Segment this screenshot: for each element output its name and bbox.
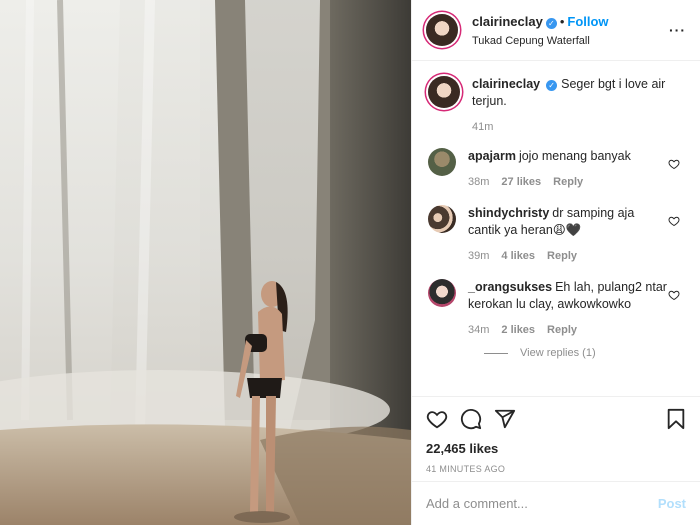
location-link[interactable]: Tukad Cepung Waterfall — [472, 35, 609, 48]
comment-time[interactable]: 39m — [468, 250, 489, 262]
waterfall-photo-illustration — [0, 0, 411, 525]
separator-dot: • — [559, 14, 565, 30]
comment-text: jojo menang banyak — [518, 149, 631, 163]
post-comment-button[interactable]: Post — [658, 496, 686, 511]
comment-item: shindychristy dr samping aja cantik ya he… — [426, 205, 686, 265]
header-text: clairineclay ✓ • Follow Tukad Cepung Waterf… — [472, 12, 609, 47]
comment-username[interactable]: _orangsukses — [468, 280, 552, 294]
comment-item: apajarm jojo menang banyak 38m 27 likes Rep… — [426, 148, 686, 191]
caption-avatar[interactable] — [428, 76, 460, 108]
comment-like-heart-icon[interactable] — [668, 289, 680, 301]
post-photo[interactable] — [0, 0, 411, 525]
follow-button[interactable]: Follow — [567, 14, 608, 29]
post-sidebar: clairineclay ✓ • Follow Tukad Cepung Waterf… — [411, 0, 700, 525]
comment-username[interactable]: shindychristy — [468, 206, 549, 220]
post-header: clairineclay ✓ • Follow Tukad Cepung Waterf… — [412, 0, 700, 61]
bookmark-icon[interactable] — [666, 408, 686, 430]
comment-likes[interactable]: 2 likes — [501, 324, 535, 336]
post-timestamp[interactable]: 41 MINUTES AGO — [426, 464, 686, 474]
author-username[interactable]: clairineclay — [472, 14, 543, 29]
verified-badge-icon: ✓ — [546, 80, 558, 91]
share-icon[interactable] — [494, 408, 516, 430]
likes-count[interactable]: 22,465 likes — [426, 441, 686, 456]
instagram-post: clairineclay ✓ • Follow Tukad Cepung Waterf… — [0, 0, 700, 525]
comment-icon[interactable] — [460, 408, 482, 430]
author-avatar[interactable] — [426, 14, 458, 46]
action-icons — [426, 405, 686, 433]
comment-body: apajarm jojo menang banyak 38m 27 likes Rep… — [468, 148, 668, 191]
commenter-avatar[interactable] — [428, 148, 456, 176]
post-actions: 22,465 likes 41 MINUTES AGO — [412, 396, 700, 481]
commenter-avatar[interactable] — [428, 279, 456, 307]
comment-body: shindychristy dr samping aja cantik ya he… — [468, 205, 668, 265]
view-replies-button[interactable]: View replies (1) — [484, 347, 686, 359]
commenter-avatar[interactable] — [428, 205, 456, 233]
heart-icon[interactable] — [426, 408, 448, 430]
comment-like-heart-icon[interactable] — [668, 215, 680, 227]
replies-divider — [484, 352, 508, 354]
verified-badge-icon: ✓ — [545, 18, 557, 30]
reply-button[interactable]: Reply — [547, 250, 577, 262]
view-replies-label[interactable]: View replies (1) — [520, 347, 596, 359]
comment-time[interactable]: 34m — [468, 324, 489, 336]
comment-item: _orangsukses Eh lah, pulang2 ntar kerokan… — [426, 279, 686, 339]
comment-username[interactable]: apajarm — [468, 149, 516, 163]
reply-button[interactable]: Reply — [547, 324, 577, 336]
post-caption: clairineclay ✓ Seger bgt i love air terjun… — [426, 76, 686, 136]
reply-button[interactable]: Reply — [553, 176, 583, 188]
comments-list[interactable]: clairineclay ✓ Seger bgt i love air terjun… — [412, 62, 700, 396]
more-options-icon[interactable]: ··· — [669, 22, 686, 38]
comment-time[interactable]: 38m — [468, 176, 489, 188]
caption-meta: 41m — [472, 119, 682, 136]
caption-body: clairineclay ✓ Seger bgt i love air terjun… — [472, 76, 682, 136]
comment-meta: 39m 4 likes Reply — [468, 248, 668, 265]
comment-body: _orangsukses Eh lah, pulang2 ntar kerokan… — [468, 279, 668, 339]
comment-input[interactable]: Add a comment... — [426, 496, 658, 511]
caption-username[interactable]: clairineclay — [472, 77, 540, 91]
comment-meta: 38m 27 likes Reply — [468, 174, 668, 191]
caption-time[interactable]: 41m — [472, 121, 493, 133]
add-comment-bar: Add a comment... Post — [412, 481, 700, 525]
comment-like-heart-icon[interactable] — [668, 158, 680, 170]
comment-likes[interactable]: 27 likes — [501, 176, 541, 188]
comment-meta: 34m 2 likes Reply — [468, 322, 668, 339]
comment-likes[interactable]: 4 likes — [501, 250, 535, 262]
